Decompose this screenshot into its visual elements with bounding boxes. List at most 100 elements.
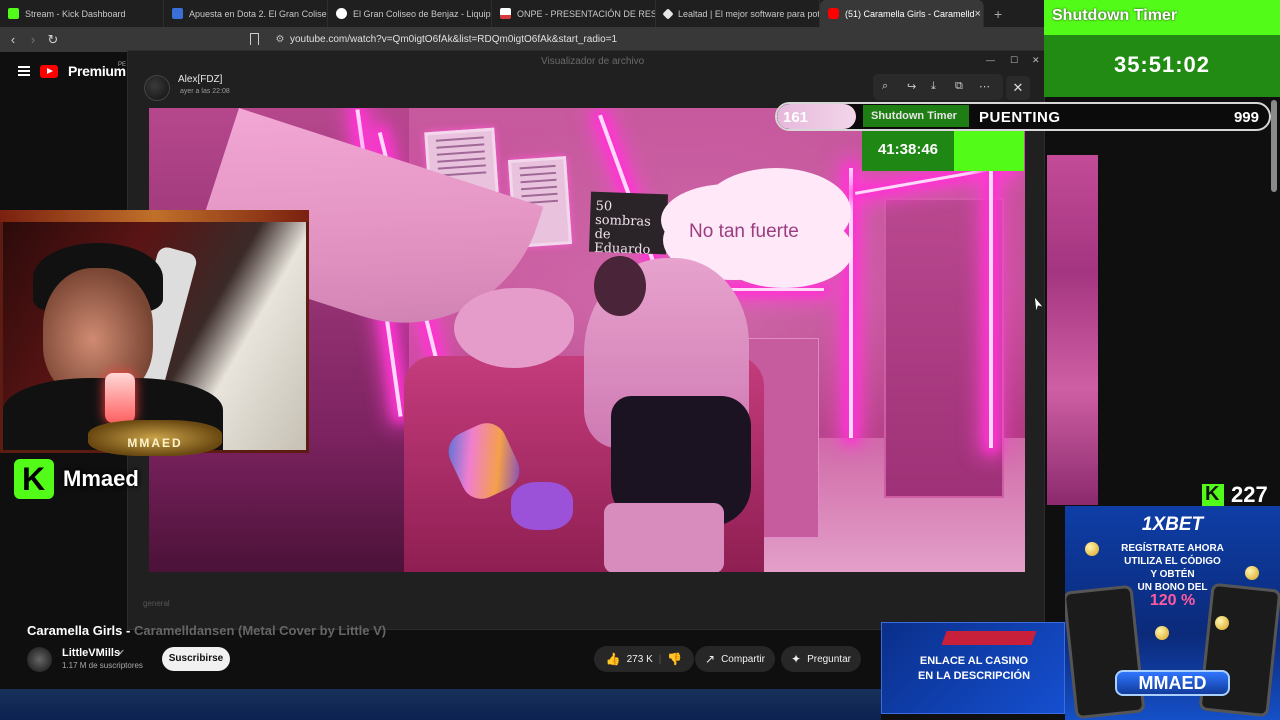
casino-link-box: ENLACE AL CASINO EN LA DESCRIPCIÓN [881,622,1065,714]
forward-button[interactable]: › [23,32,43,47]
like-count[interactable]: 273 K [627,654,653,665]
1xbet-ad: 1XBET REGÍSTRATE AHORA UTILIZA EL CÓDIGO… [1065,506,1280,720]
casino-text: ENLACE AL CASINO [919,655,1029,667]
browser-tab-bar: Stream - Kick Dashboard Apuesta en Dota … [0,0,1045,27]
tab-title: Apuesta en Dota 2. El Gran Coliseo d [189,8,328,19]
diamond-favicon-icon [662,7,674,20]
viewer-window-title: Visualizador de archivo [541,56,645,67]
forward-icon[interactable]: ↪ [907,80,916,93]
window-close-button[interactable]: ✕ [1032,55,1040,66]
ad-line: UTILIZA EL CÓDIGO [1124,556,1221,567]
tab-lealtad[interactable]: Lealtad | El mejor software para pote [656,0,820,27]
download-icon[interactable]: ⤓ [931,80,936,93]
coin [1085,542,1099,556]
video-title: Caramella Girls - Caramelldansen (Metal … [27,623,386,638]
goal-label: PUENTING [979,109,1061,126]
verified-icon: ✔ [118,648,125,657]
decorative-stripe [941,631,1037,645]
tab-title: Stream - Kick Dashboard [25,8,126,19]
taskbar-strip [0,689,881,720]
more-icon[interactable]: ⋯ [979,80,990,93]
channel-hint: general [143,599,170,608]
channel-avatar[interactable] [27,647,52,672]
shutdown-timer-title: Shutdown Timer [1052,7,1178,24]
share-label: Compartir [721,653,765,665]
streamer-name: Mmaed [63,466,139,491]
hand [454,288,574,368]
follower-count: 227 [1231,482,1268,507]
youtube-favicon-icon [828,8,839,19]
neon-light [989,158,993,448]
back-button[interactable]: ‹ [3,32,23,47]
coin [1245,566,1259,580]
neon-light [849,168,853,438]
shutdown-timer-2-value: 41:38:46 [877,141,939,158]
tab-youtube-active[interactable]: (51) Caramella Girls - Caramelld × [820,0,984,27]
tab-title: (51) Caramella Girls - Caramelld [845,8,975,19]
tab-liquipedia[interactable]: El Gran Coliseo de Benjaz - Liquiped [328,0,492,27]
coin [1155,626,1169,640]
tab-title: El Gran Coliseo de Benjaz - Liquiped [353,8,492,19]
tab-title: Lealtad | El mejor software para pote [678,8,820,19]
reload-button[interactable]: ↻ [43,32,63,48]
open-external-icon[interactable]: ⧉ [955,80,963,93]
zoom-icon[interactable]: ⌕ [882,80,888,93]
kick-follower-icon [1202,483,1224,506]
shutdown-timer-2-title: Shutdown Timer [871,110,957,122]
shutdown-timer-panel: Shutdown Timer 35:51:02 [1044,0,1280,97]
recommended-thumbnail[interactable] [1047,155,1098,505]
webcam-frame-ornament [0,210,309,222]
kick-favicon-icon [8,8,19,19]
ask-label: Preguntar [807,653,851,665]
kick-logo-icon [14,459,54,499]
subscriber-count: 1.17 M de suscriptores [62,661,143,670]
goal-target: 999 [1233,109,1259,126]
door [884,198,1004,498]
address-bar[interactable]: ⚙ youtube.com/watch?v=Qm0igtO6fAk&list=R… [244,29,994,50]
sender-name: Alex[FDZ] [178,74,223,85]
shutdown-timer-value: 35:51:02 [1113,52,1211,77]
video-title-text: Caramella Girls - [27,623,134,638]
site-info-icon[interactable]: ⚙ [270,34,290,45]
dislike-icon[interactable]: 👎 [667,652,682,666]
browser-nav-bar: ‹ › ↻ ⚙ youtube.com/watch?v=Qm0igtO6fAk&… [0,27,1045,74]
1xbet-logo: 1XBET [1141,514,1204,535]
share-arrow-icon: ↗ [705,652,716,666]
tab-onpe[interactable]: ONPE - PRESENTACIÓN DE RESULTA [492,0,656,27]
channel-name[interactable]: LittleVMills [62,647,120,659]
youtube-logo-icon[interactable] [40,64,58,78]
new-tab-button[interactable]: + [994,6,1002,22]
sender-avatar [144,75,170,101]
microphone [105,373,135,423]
like-icon[interactable]: 👍 [606,652,621,666]
shutdown-timer-box: 35:51:02 [1044,35,1280,97]
flip-flops [511,482,573,530]
coin [1215,616,1229,630]
document-favicon-icon [500,8,511,19]
shutdown-timer-2-box: 41:38:46 [862,131,1024,171]
video-caption: No tan fuerte [689,221,799,242]
sender-timestamp: ayer a las 22:08 [180,88,230,95]
phone-image [1198,582,1280,718]
video-title-faded: Caramelldansen (Metal Cover by Little V) [133,623,387,638]
tab-kick-dashboard[interactable]: Stream - Kick Dashboard [0,0,164,27]
url-text: youtube.com/watch?v=Qm0igtO6fAk&list=RDQ… [290,34,618,45]
page-scrollbar[interactable] [1271,100,1277,192]
country-code: PE [118,62,127,68]
tab-close-icon[interactable]: × [975,8,981,20]
person-head [594,256,646,316]
like-dislike-group: 👍 273 K | 👎 [594,646,694,672]
subscribe-button[interactable]: Suscribirse [162,647,230,671]
viewer-close-button[interactable]: ✕ [1006,76,1030,100]
menu-icon[interactable] [18,66,30,76]
phone-image [1065,584,1146,720]
maximize-button[interactable]: ☐ [1010,55,1018,66]
1xbet-favicon-icon [172,8,183,19]
sparkle-icon: ✦ [791,652,802,666]
share-button[interactable]: ↗ Compartir [695,646,775,672]
minimize-button[interactable]: — [986,55,995,65]
youtube-header: Premium [18,63,126,79]
tab-dota-bet[interactable]: Apuesta en Dota 2. El Gran Coliseo d [164,0,328,27]
promo-code: MMAED [1115,670,1230,696]
ask-button[interactable]: ✦ Preguntar [781,646,861,672]
